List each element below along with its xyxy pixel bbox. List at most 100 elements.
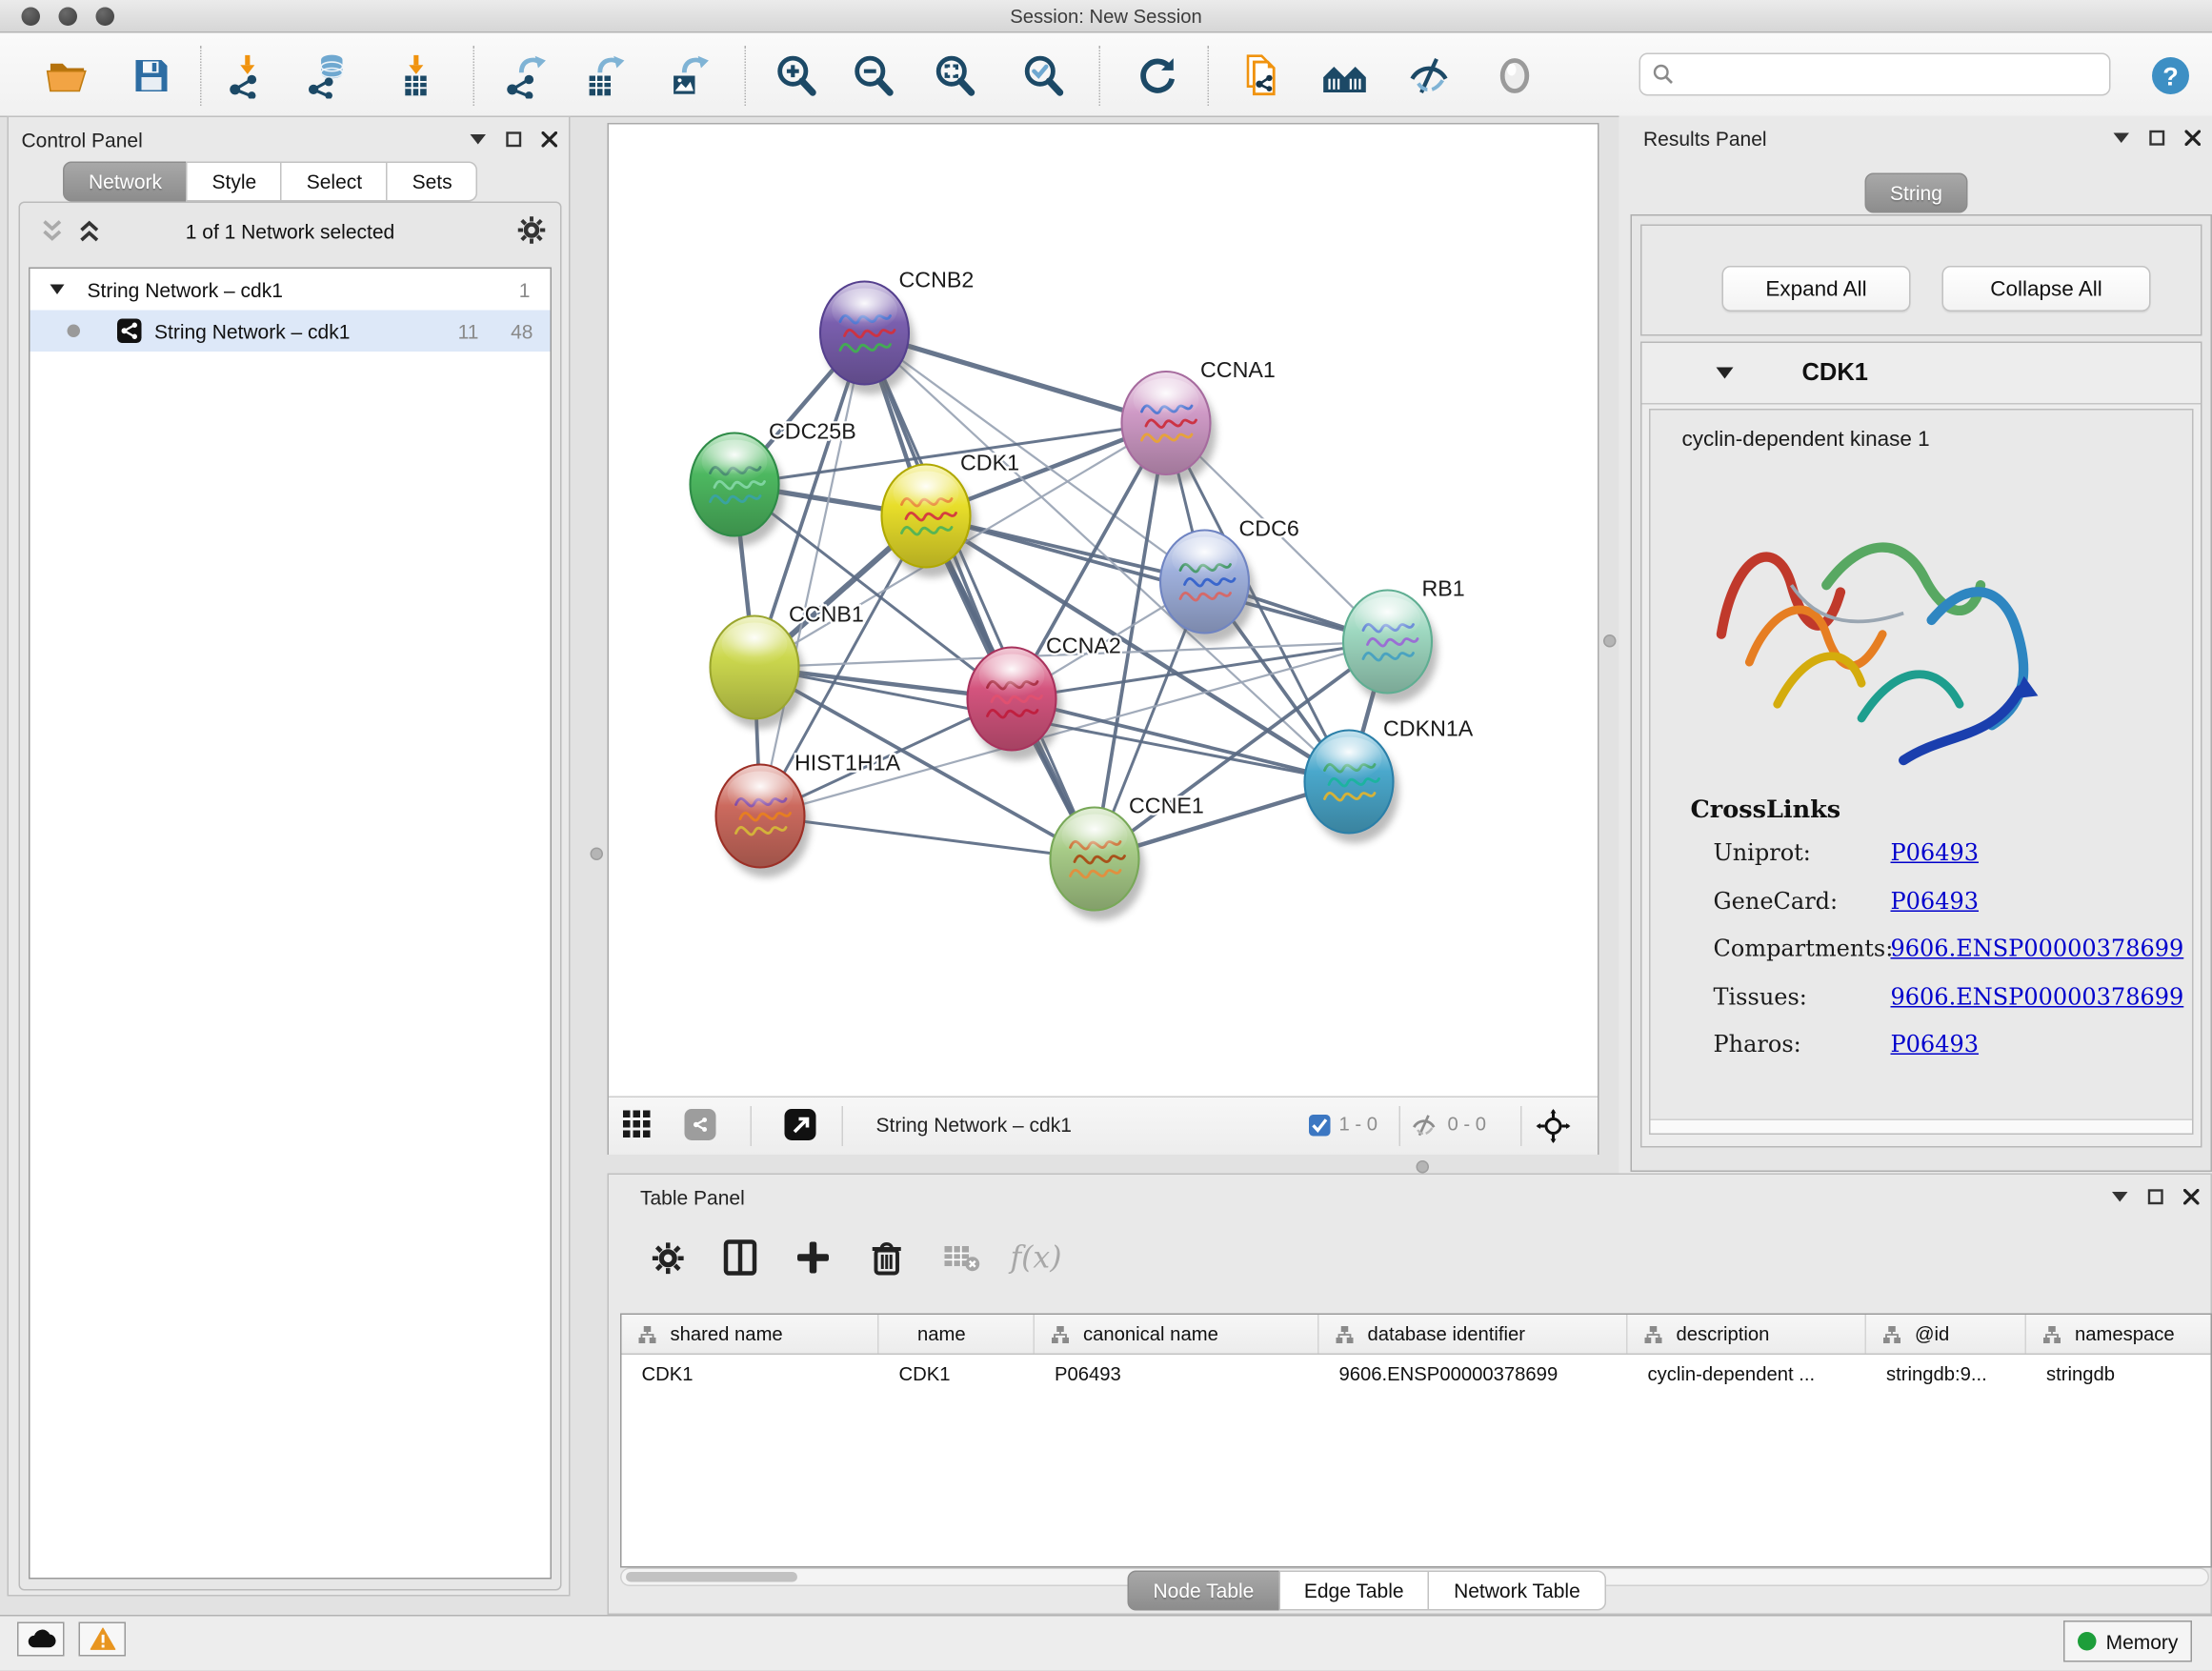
export-image-button[interactable]	[656, 49, 719, 103]
network-node-CDKN1A[interactable]	[1305, 731, 1399, 844]
table-row[interactable]: CDK1CDK1P064939606.ENSP00000378699cyclin…	[622, 1355, 2211, 1394]
network-node-HIST1H1A[interactable]	[716, 765, 811, 878]
tab-select[interactable]: Select	[281, 162, 388, 202]
column-header-shared-name[interactable]: shared name	[622, 1315, 879, 1354]
panel-menu-icon[interactable]	[471, 134, 487, 145]
open-session-button[interactable]	[36, 49, 99, 103]
table-cell[interactable]: P06493	[1035, 1355, 1319, 1394]
column-header-@id[interactable]: @id	[1866, 1315, 2026, 1354]
column-header-canonical-name[interactable]: canonical name	[1035, 1315, 1319, 1354]
apply-layout-button[interactable]	[1126, 49, 1189, 103]
crosslink-link[interactable]: 9606.ENSP00000378699	[1891, 935, 2184, 962]
tab-sets[interactable]: Sets	[387, 162, 478, 202]
network-node-CCNE1[interactable]	[1051, 808, 1145, 921]
save-session-button[interactable]	[120, 49, 183, 103]
vertical-splitter-handle[interactable]	[591, 848, 604, 861]
tree-expander-icon[interactable]	[50, 285, 65, 295]
tab-string[interactable]: String	[1864, 173, 1968, 213]
panel-menu-icon[interactable]	[2114, 133, 2130, 144]
show-columns-button[interactable]	[711, 1229, 771, 1286]
panel-float-icon[interactable]	[2148, 1189, 2164, 1205]
network-node-CDC25B[interactable]	[691, 433, 785, 547]
show-all-button[interactable]	[1483, 49, 1546, 103]
tab-network[interactable]: Network	[63, 162, 188, 202]
expand-all-button[interactable]: Expand All	[1722, 266, 1911, 312]
horizontal-splitter-handle[interactable]	[1417, 1160, 1430, 1174]
column-header-database-identifier[interactable]: database identifier	[1319, 1315, 1628, 1354]
detach-view-button[interactable]	[785, 1109, 816, 1140]
network-badge-icon[interactable]	[685, 1109, 716, 1140]
crosslink-link[interactable]: P06493	[1891, 887, 1980, 915]
new-network-from-selection-button[interactable]	[1232, 49, 1295, 103]
function-builder-button-disabled[interactable]: f(x)	[1006, 1229, 1066, 1286]
network-collection-row[interactable]: String Network – cdk1 1	[30, 269, 551, 311]
panel-close-icon[interactable]	[542, 131, 558, 148]
table-options-button[interactable]	[637, 1229, 697, 1286]
network-edge-CCNB2-CCNE1[interactable]	[865, 333, 1096, 859]
zoom-in-button[interactable]	[765, 49, 828, 103]
panel-menu-icon[interactable]	[2112, 1192, 2128, 1202]
export-table-button[interactable]	[572, 49, 634, 103]
network-node-CCNB2[interactable]	[820, 282, 915, 395]
crosslink-row: Tissues:9606.ENSP00000378699	[1714, 982, 2193, 1010]
table-cell[interactable]: 9606.ENSP00000378699	[1319, 1355, 1628, 1394]
zoom-out-button[interactable]	[842, 49, 905, 103]
results-scrollbar-track[interactable]	[1651, 1119, 2193, 1134]
hide-selection-button[interactable]	[1398, 49, 1460, 103]
hidden-eye-icon[interactable]	[1411, 1112, 1438, 1146]
tab-edge-table[interactable]: Edge Table	[1278, 1571, 1430, 1611]
first-neighbors-button[interactable]	[1314, 49, 1377, 103]
section-collapse-icon[interactable]	[1717, 368, 1734, 379]
search-input[interactable]	[1675, 62, 2081, 87]
crosslink-link[interactable]: P06493	[1891, 839, 1980, 867]
network-edge-HIST1H1A-CCNE1[interactable]	[760, 816, 1095, 859]
help-button[interactable]: ?	[2140, 49, 2202, 103]
export-network-button[interactable]	[493, 49, 556, 103]
zoom-fit-button[interactable]	[923, 49, 986, 103]
panel-float-icon[interactable]	[506, 131, 522, 148]
selected-nodes-checkbox[interactable]	[1309, 1115, 1331, 1143]
network-node-CCNA1[interactable]	[1122, 372, 1217, 485]
delete-table-button-disabled[interactable]	[932, 1229, 992, 1286]
network-list-options-button[interactable]	[517, 216, 546, 252]
create-column-button[interactable]	[783, 1229, 843, 1286]
import-network-file-button[interactable]	[216, 49, 279, 103]
network-node-CDK1[interactable]	[882, 465, 976, 578]
table-hscrollbar-thumb[interactable]	[626, 1572, 797, 1582]
cloud-status-button[interactable]	[17, 1622, 65, 1657]
tab-style[interactable]: Style	[187, 162, 283, 202]
network-canvas[interactable]: CCNB2CCNA1CDC25BCDK1CDC6RB1CCNB1CCNA2CDK…	[609, 125, 1598, 1097]
network-node-RB1[interactable]	[1343, 591, 1438, 704]
table-cell[interactable]: stringdb:9...	[1866, 1355, 2026, 1394]
search-field[interactable]	[1639, 53, 2111, 96]
panel-close-icon[interactable]	[2185, 131, 2202, 147]
crosslink-link[interactable]: P06493	[1891, 1031, 1980, 1058]
tab-node-table[interactable]: Node Table	[1128, 1571, 1280, 1611]
tab-network-table[interactable]: Network Table	[1428, 1571, 1606, 1611]
crosslink-link[interactable]: 9606.ENSP00000378699	[1891, 982, 2184, 1010]
column-header-namespace[interactable]: namespace	[2026, 1315, 2212, 1354]
network-node-CDC6[interactable]	[1160, 531, 1255, 644]
table-cell[interactable]: CDK1	[879, 1355, 1036, 1394]
birds-eye-view-button[interactable]	[1537, 1109, 1571, 1151]
memory-button[interactable]: Memory	[2063, 1621, 2192, 1662]
vertical-splitter-handle[interactable]	[1603, 634, 1617, 648]
gene-section-header[interactable]: CDK1	[1642, 343, 2202, 405]
warning-status-button[interactable]	[79, 1622, 127, 1657]
table-cell[interactable]: stringdb	[2026, 1355, 2212, 1394]
table-cell[interactable]: CDK1	[622, 1355, 879, 1394]
column-header-name[interactable]: name	[879, 1315, 1036, 1354]
delete-column-button[interactable]	[856, 1229, 916, 1286]
table-cell[interactable]: cyclin-dependent ...	[1628, 1355, 1867, 1394]
import-network-database-button[interactable]	[296, 49, 359, 103]
column-header-description[interactable]: description	[1628, 1315, 1867, 1354]
collapse-all-button[interactable]: Collapse All	[1942, 266, 2151, 312]
panel-float-icon[interactable]	[2149, 131, 2165, 147]
import-table-file-button[interactable]	[385, 49, 448, 103]
zoom-selected-button[interactable]	[1012, 49, 1075, 103]
grid-view-button[interactable]	[623, 1111, 652, 1147]
network-edge-CDK1-RB1[interactable]	[926, 516, 1388, 642]
network-row-selected[interactable]: String Network – cdk1 11 48	[30, 311, 551, 352]
network-node-CCNA2[interactable]	[968, 648, 1062, 761]
panel-close-icon[interactable]	[2183, 1189, 2200, 1205]
